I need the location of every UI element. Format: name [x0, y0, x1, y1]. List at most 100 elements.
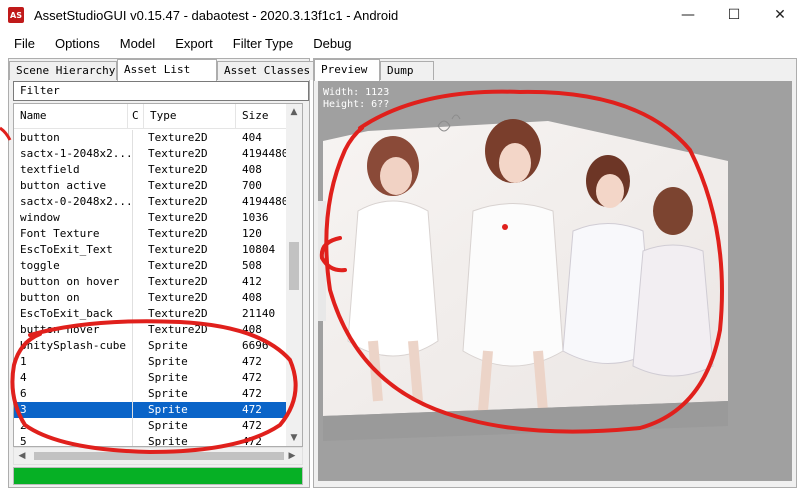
table-row[interactable]: Font Texture Texture2D 120	[14, 226, 286, 242]
asset-size: 120	[242, 227, 262, 240]
table-row[interactable]: 3 Sprite 472	[14, 402, 286, 418]
preview-edge	[318, 201, 326, 321]
asset-name: button hover	[20, 323, 100, 336]
asset-type: Sprite	[148, 339, 188, 352]
asset-size: 700	[242, 179, 262, 192]
close-button[interactable]: ✕	[757, 0, 803, 30]
column-header-container[interactable]: C	[128, 104, 144, 128]
asset-container	[132, 370, 143, 386]
asset-type: Texture2D	[148, 275, 208, 288]
table-row[interactable]: button active Texture2D 700	[14, 178, 286, 194]
menu-debug[interactable]: Debug	[303, 36, 361, 51]
menu-model[interactable]: Model	[110, 36, 165, 51]
asset-name: 2	[20, 419, 27, 432]
column-header-type[interactable]: Type	[144, 104, 236, 128]
preview-tabs: Preview Dump	[314, 59, 434, 81]
height-label: Height: 6??	[323, 99, 390, 110]
list-header: Name C Type Size	[14, 104, 286, 129]
scroll-up-icon[interactable]: ▲	[286, 104, 302, 120]
asset-size: 1036	[242, 211, 269, 224]
horizontal-scrollbar[interactable]: ◀ ▶	[13, 447, 303, 465]
asset-name: sactx-0-2048x2...	[20, 195, 130, 208]
tab-asset-classes[interactable]: Asset Classes	[217, 61, 317, 80]
maximize-button[interactable]: ☐	[711, 0, 757, 30]
asset-container	[132, 178, 143, 194]
scroll-down-icon[interactable]: ▼	[286, 430, 302, 446]
table-row[interactable]: textfield Texture2D 408	[14, 162, 286, 178]
vertical-scrollbar[interactable]: ▲ ▼	[286, 104, 302, 446]
table-row[interactable]: window Texture2D 1036	[14, 210, 286, 226]
table-row[interactable]: sactx-0-2048x2... Texture2D 4194480	[14, 194, 288, 210]
table-row[interactable]: 1 Sprite 472	[14, 354, 286, 370]
asset-size: 404	[242, 131, 262, 144]
tab-preview[interactable]: Preview	[314, 59, 380, 81]
table-row[interactable]: EscToExit_Text Texture2D 10804	[14, 242, 286, 258]
progress-bar	[13, 467, 303, 485]
asset-type: Sprite	[148, 419, 188, 432]
column-header-size[interactable]: Size	[236, 104, 286, 128]
table-row[interactable]: UnitySplash-cube Sprite 6696	[14, 338, 286, 354]
asset-container	[132, 146, 143, 162]
asset-type: Texture2D	[148, 243, 208, 256]
scroll-right-icon[interactable]: ▶	[284, 448, 300, 464]
asset-name: button active	[20, 179, 107, 192]
asset-size: 472	[242, 403, 262, 416]
menu-export[interactable]: Export	[165, 36, 223, 51]
table-row[interactable]: button Texture2D 404	[14, 130, 286, 146]
progress-fill	[14, 468, 302, 484]
minimize-button[interactable]: —	[665, 0, 711, 30]
asset-type: Sprite	[148, 435, 188, 447]
app-icon: AS	[8, 7, 24, 23]
asset-name: button on	[20, 291, 80, 304]
column-header-name[interactable]: Name	[14, 104, 128, 128]
menu-options[interactable]: Options	[45, 36, 110, 51]
asset-name: UnitySplash-cube	[20, 339, 126, 352]
table-row[interactable]: toggle Texture2D 508	[14, 258, 286, 274]
preview-info: Width: 1123 Height: 6??	[323, 87, 389, 111]
asset-container	[132, 306, 143, 322]
asset-tabs: Scene Hierarchy Asset List Asset Classes	[9, 59, 317, 81]
asset-container	[132, 242, 143, 258]
table-row[interactable]: button hover Texture2D 408	[14, 322, 286, 338]
table-row[interactable]: button on Texture2D 408	[14, 290, 286, 306]
window-title: AssetStudioGUI v0.15.47 - dabaotest - 20…	[34, 7, 399, 23]
table-row[interactable]: 6 Sprite 472	[14, 386, 286, 402]
menu-file[interactable]: File	[0, 36, 45, 51]
table-row[interactable]: 4 Sprite 472	[14, 370, 286, 386]
asset-name: Font Texture	[20, 227, 100, 240]
asset-name: button on hover	[20, 275, 120, 288]
asset-type: Texture2D	[148, 323, 208, 336]
table-row[interactable]: button on hover Texture2D 412	[14, 274, 286, 290]
asset-type: Texture2D	[148, 163, 208, 176]
menu-bar: File Options Model Export Filter Type De…	[0, 31, 803, 56]
table-row[interactable]: 5 Sprite 472	[14, 434, 286, 447]
asset-container	[132, 290, 143, 306]
asset-size: 6696	[242, 339, 269, 352]
asset-container	[132, 130, 143, 146]
tab-asset-list[interactable]: Asset List	[117, 59, 217, 81]
asset-size: 4194480	[242, 147, 289, 160]
window-controls: — ☐ ✕	[665, 0, 803, 30]
asset-size: 472	[242, 419, 262, 432]
asset-type: Texture2D	[148, 291, 208, 304]
asset-type: Sprite	[148, 355, 188, 368]
asset-type: Sprite	[148, 371, 188, 384]
tab-dump[interactable]: Dump	[380, 61, 434, 80]
asset-type: Texture2D	[148, 211, 208, 224]
menu-filter-type[interactable]: Filter Type	[223, 36, 303, 51]
asset-name: EscToExit_Text	[20, 243, 113, 256]
scroll-left-icon[interactable]: ◀	[14, 448, 30, 464]
tab-scene-hierarchy[interactable]: Scene Hierarchy	[9, 61, 117, 80]
asset-size: 472	[242, 387, 262, 400]
asset-container	[132, 210, 143, 226]
asset-name: 6	[20, 387, 27, 400]
scroll-thumb[interactable]	[289, 242, 299, 290]
table-row[interactable]: sactx-1-2048x2... Texture2D 4194480	[14, 146, 288, 162]
hscroll-thumb[interactable]	[34, 452, 284, 460]
filter-input[interactable]: Filter	[13, 81, 309, 101]
asset-panel: Scene Hierarchy Asset List Asset Classes…	[8, 58, 317, 488]
table-row[interactable]: EscToExit_back Texture2D 21140	[14, 306, 286, 322]
asset-size: 10804	[242, 243, 276, 256]
table-row[interactable]: 2 Sprite 472	[14, 418, 286, 434]
asset-size: 21140	[242, 307, 276, 320]
